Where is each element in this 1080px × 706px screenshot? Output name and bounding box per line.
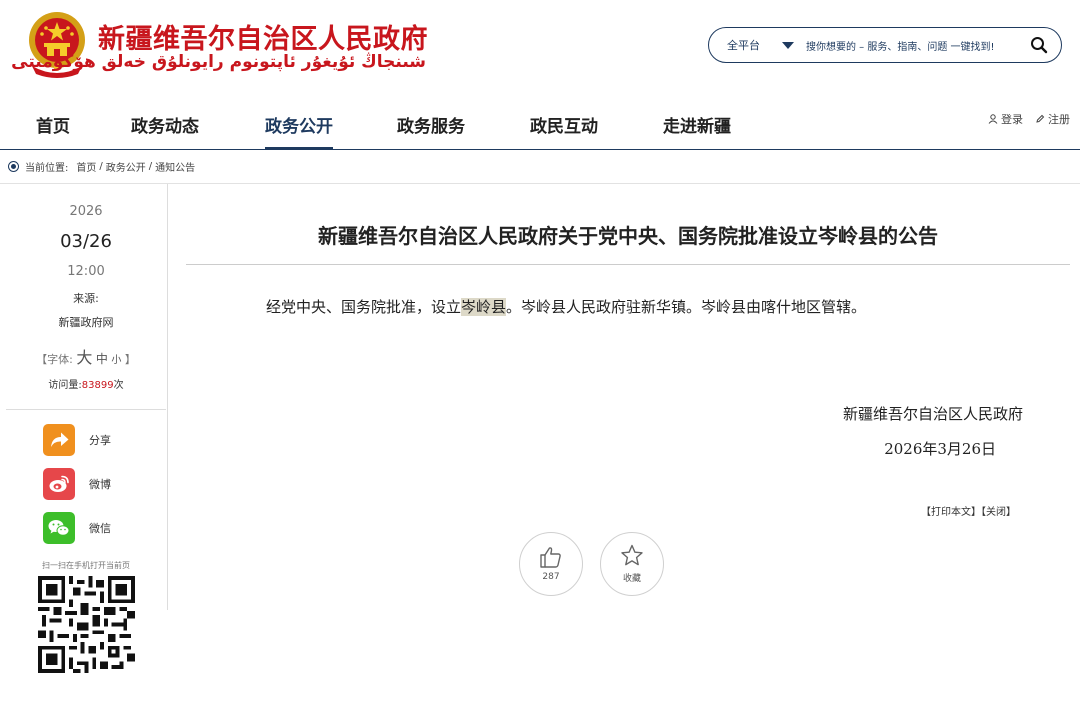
like-count: 287	[542, 572, 560, 582]
weibo-button[interactable]: 微博	[43, 468, 111, 500]
font-size-control: 【字体: 大 中 小 】	[6, 344, 166, 368]
qr-code-icon	[38, 576, 135, 673]
source-label: 来源:	[73, 292, 99, 305]
share-label: 分享	[89, 434, 111, 447]
favorite-label: 收藏	[622, 574, 641, 584]
nav-government-services[interactable]: 政务服务	[397, 112, 465, 150]
visit-count-label: 访问量:	[48, 380, 82, 391]
star-icon	[621, 544, 643, 566]
favorite-button[interactable]: 收藏	[600, 532, 664, 596]
dropdown-arrow-icon[interactable]	[782, 41, 794, 49]
breadcrumb-label: 当前位置:	[25, 162, 69, 174]
user-links: 登录 注册	[988, 111, 1070, 127]
print-article-link[interactable]: 【打印本文】	[921, 507, 981, 518]
site-header: 新疆维吾尔自治区人民政府 شىنجاڭ ئۇيغۇر ئاپتونوم رايو…	[0, 0, 1080, 96]
article-text: 经党中央、国务院批准，设立	[266, 298, 462, 316]
like-button[interactable]: 287	[519, 532, 583, 596]
font-size-bracket: 】	[124, 353, 136, 366]
article-sidebar: 2026 03/26 12:00 来源: 新疆政府网 【字体: 大 中 小 】 …	[0, 184, 168, 673]
location-icon	[8, 160, 19, 172]
article-meta: 2026 03/26 12:00 来源: 新疆政府网 【字体: 大 中 小 】 …	[6, 184, 166, 410]
nav-public-interaction[interactable]: 政民互动	[530, 112, 598, 150]
breadcrumb-separator: /	[148, 160, 153, 172]
site-subtitle-uyghur: شىنجاڭ ئۇيغۇر ئاپتونوم رايونلۇق خەلق ھۆك…	[11, 52, 426, 72]
visit-count-number: 83899	[81, 380, 114, 391]
nav-government-disclosure[interactable]: 政务公开	[265, 112, 333, 150]
user-icon	[988, 114, 998, 124]
nav-about-xinjiang[interactable]: 走进新疆	[663, 112, 731, 150]
edit-icon	[1036, 114, 1045, 123]
font-size-medium[interactable]: 中	[96, 352, 108, 366]
publish-time: 12:00	[67, 264, 105, 279]
search-box[interactable]: 全平台 搜你想要的 – 服务、指南、问题 一键找到!	[708, 27, 1062, 63]
nav-government-news[interactable]: 政务动态	[131, 112, 199, 150]
weibo-icon	[43, 468, 75, 500]
signature-organization: 新疆维吾尔自治区人民政府	[842, 405, 1023, 423]
main-nav: 首页 政务动态 政务公开 政务服务 政民互动 走进新疆 登录 注册	[0, 96, 1080, 150]
breadcrumb-home[interactable]: 首页	[76, 159, 96, 174]
source-value: 新疆政府网	[58, 316, 114, 329]
close-article-link[interactable]: 【关闭】	[981, 507, 1016, 518]
wechat-label: 微信	[89, 522, 111, 535]
article-body: 经党中央、国务院批准，设立岑岭县。岑岭县人民政府驻新华镇。岑岭县由喀什地区管辖。	[266, 296, 866, 317]
article-text: 。岑岭县人民政府驻新华镇。岑岭县由喀什地区管辖。	[506, 298, 867, 316]
register-label: 注册	[1048, 113, 1070, 126]
breadcrumb-separator: /	[99, 160, 103, 172]
visit-count: 访问量:83899次	[6, 376, 166, 391]
title-divider	[186, 264, 1070, 265]
signature-date: 2026年3月26日	[884, 440, 996, 458]
publish-year: 2026	[69, 204, 103, 219]
breadcrumb-notices[interactable]: 通知公告	[155, 159, 195, 174]
article-actions: 【打印本文】【关闭】	[921, 503, 1016, 518]
highlighted-county-name: 岑岭县	[461, 298, 507, 316]
wechat-icon	[43, 512, 75, 544]
search-icon[interactable]	[1021, 28, 1057, 62]
breadcrumb: 当前位置: 首页 / 政务公开 / 通知公告	[8, 156, 195, 176]
site-title[interactable]: 新疆维吾尔自治区人民政府	[98, 17, 428, 56]
font-size-label: 【字体:	[36, 353, 73, 366]
weibo-label: 微博	[89, 478, 111, 491]
login-label: 登录	[1001, 113, 1023, 126]
share-button[interactable]: 分享	[43, 424, 111, 456]
nav-home[interactable]: 首页	[36, 112, 70, 150]
register-link[interactable]: 注册	[1035, 111, 1070, 127]
breadcrumb-disclosure[interactable]: 政务公开	[106, 159, 146, 174]
share-icon	[43, 424, 75, 456]
article-title: 新疆维吾尔自治区人民政府关于党中央、国务院批准设立岑岭县的公告	[318, 224, 938, 248]
thumbs-up-icon	[540, 547, 561, 568]
search-scope-select[interactable]: 全平台	[727, 37, 760, 53]
qr-caption: 扫一扫在手机打开当前页	[42, 561, 130, 570]
font-size-large[interactable]: 大	[76, 348, 92, 367]
font-size-small[interactable]: 小	[111, 355, 121, 366]
visit-count-unit: 次	[113, 380, 124, 391]
wechat-button[interactable]: 微信	[43, 512, 111, 544]
search-input[interactable]: 搜你想要的 – 服务、指南、问题 一键找到!	[806, 38, 1021, 53]
login-link[interactable]: 登录	[988, 111, 1023, 127]
publish-month-day: 03/26	[60, 231, 112, 252]
